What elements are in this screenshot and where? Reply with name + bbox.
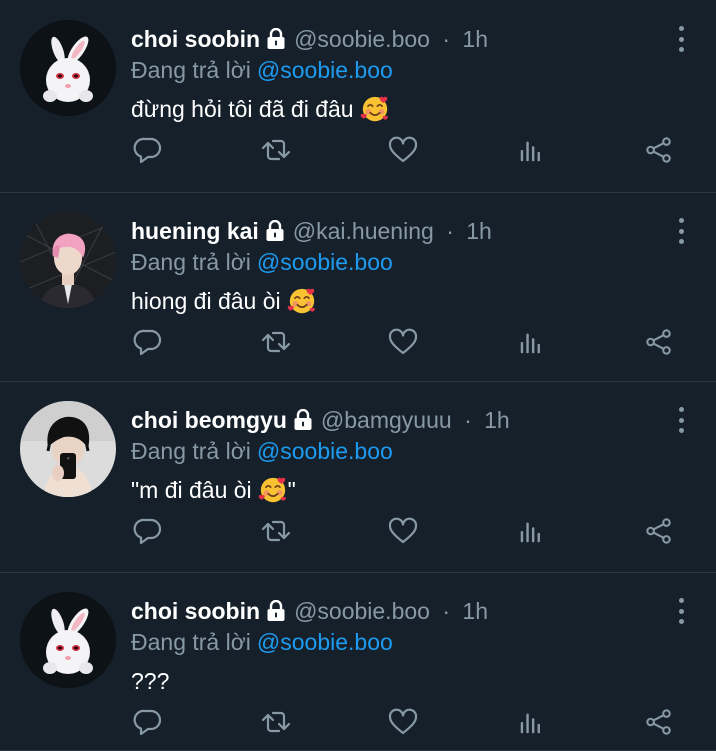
tweet-actions — [0, 130, 716, 170]
lock-icon — [266, 600, 286, 622]
retweet-icon[interactable] — [256, 702, 296, 742]
reply-icon[interactable] — [128, 322, 168, 362]
replying-label: Đang trả lời — [131, 56, 251, 83]
smiling-face-with-hearts-emoji — [287, 286, 317, 316]
more-options-icon[interactable] — [676, 407, 686, 433]
tweet-body: "m đi đâu òi — [131, 476, 252, 503]
replying-label: Đang trả lời — [131, 248, 251, 275]
display-name[interactable]: huening kai — [131, 218, 259, 245]
reply-icon[interactable] — [128, 130, 168, 170]
smiling-face-with-hearts-emoji — [258, 475, 288, 505]
share-icon[interactable] — [639, 130, 679, 170]
tweet[interactable]: huening kai @kai.huening · 1h Đang trả l… — [0, 192, 716, 382]
reply-icon[interactable] — [128, 702, 168, 742]
more-options-icon[interactable] — [676, 218, 686, 244]
retweet-icon[interactable] — [256, 322, 296, 362]
lock-icon — [265, 220, 285, 242]
timestamp[interactable]: 1h — [466, 218, 492, 244]
tweet-text: ??? — [131, 665, 169, 697]
heart-icon[interactable] — [383, 322, 423, 362]
tweet-text: đừng hỏi tôi đã đi đâu — [131, 93, 390, 125]
user-handle[interactable]: @bamgyuuu — [321, 407, 452, 433]
analytics-icon[interactable] — [511, 511, 551, 551]
more-options-icon[interactable] — [676, 26, 686, 52]
replying-to: Đang trả lời @soobie.boo — [131, 247, 393, 277]
mention-link[interactable]: @soobie.boo — [257, 438, 393, 465]
tweet-body: ??? — [131, 667, 170, 694]
display-name[interactable]: choi soobin — [131, 598, 260, 625]
avatar[interactable] — [20, 401, 116, 497]
tweet-text: "m đi đâu òi " — [131, 474, 296, 506]
tweet[interactable]: choi soobin @soobie.boo · 1h Đang trả lờ… — [0, 572, 716, 751]
avatar[interactable] — [20, 212, 116, 308]
tweet-body-suffix: " — [287, 476, 296, 503]
tweet-body: hiong đi đâu òi — [131, 287, 281, 314]
timestamp[interactable]: 1h — [462, 26, 488, 52]
mention-link[interactable]: @soobie.boo — [257, 629, 393, 656]
separator-dot: · — [446, 217, 454, 244]
user-handle[interactable]: @soobie.boo — [294, 26, 430, 52]
timestamp[interactable]: 1h — [484, 407, 510, 433]
heart-icon[interactable] — [383, 511, 423, 551]
share-icon[interactable] — [639, 702, 679, 742]
separator-dot: · — [442, 597, 451, 624]
tweet-actions — [0, 702, 716, 742]
user-handle[interactable]: @kai.huening — [293, 218, 434, 244]
analytics-icon[interactable] — [511, 322, 551, 362]
tweet-header: choi beomgyu @bamgyuuu · 1h — [131, 405, 510, 435]
lock-icon — [266, 28, 286, 50]
replying-to: Đang trả lời @soobie.boo — [131, 627, 393, 657]
display-name[interactable]: choi soobin — [131, 26, 260, 53]
reply-icon[interactable] — [128, 511, 168, 551]
retweet-icon[interactable] — [256, 511, 296, 551]
display-name[interactable]: choi beomgyu — [131, 407, 287, 434]
retweet-icon[interactable] — [256, 130, 296, 170]
mention-link[interactable]: @soobie.boo — [257, 249, 393, 276]
analytics-icon[interactable] — [511, 702, 551, 742]
mention-link[interactable]: @soobie.boo — [257, 57, 393, 84]
avatar[interactable] — [20, 592, 116, 688]
analytics-icon[interactable] — [511, 130, 551, 170]
tweet-header: choi soobin @soobie.boo · 1h — [131, 24, 488, 54]
separator-dot: · — [442, 25, 451, 52]
smiling-face-with-hearts-emoji — [360, 94, 390, 124]
heart-icon[interactable] — [383, 130, 423, 170]
replying-to: Đang trả lời @soobie.boo — [131, 55, 393, 85]
share-icon[interactable] — [639, 322, 679, 362]
separator-dot: · — [464, 406, 472, 433]
replying-label: Đang trả lời — [131, 437, 251, 464]
heart-icon[interactable] — [383, 702, 423, 742]
avatar[interactable] — [20, 20, 116, 116]
tweet-text: hiong đi đâu òi — [131, 285, 317, 317]
user-handle[interactable]: @soobie.boo — [294, 598, 430, 624]
tweet[interactable]: choi beomgyu @bamgyuuu · 1h Đang trả lời… — [0, 381, 716, 573]
replying-to: Đang trả lời @soobie.boo — [131, 436, 393, 466]
lock-icon — [293, 409, 313, 431]
tweet-header: huening kai @kai.huening · 1h — [131, 216, 492, 246]
tweet[interactable]: choi soobin @soobie.boo · 1h Đang trả lờ… — [0, 0, 716, 193]
tweet-body: đừng hỏi tôi đã đi đâu — [131, 95, 354, 122]
replying-label: Đang trả lời — [131, 628, 251, 655]
tweet-actions — [0, 322, 716, 362]
tweet-actions — [0, 511, 716, 551]
more-options-icon[interactable] — [676, 598, 686, 624]
tweet-header: choi soobin @soobie.boo · 1h — [131, 596, 488, 626]
timestamp[interactable]: 1h — [462, 598, 488, 624]
share-icon[interactable] — [639, 511, 679, 551]
